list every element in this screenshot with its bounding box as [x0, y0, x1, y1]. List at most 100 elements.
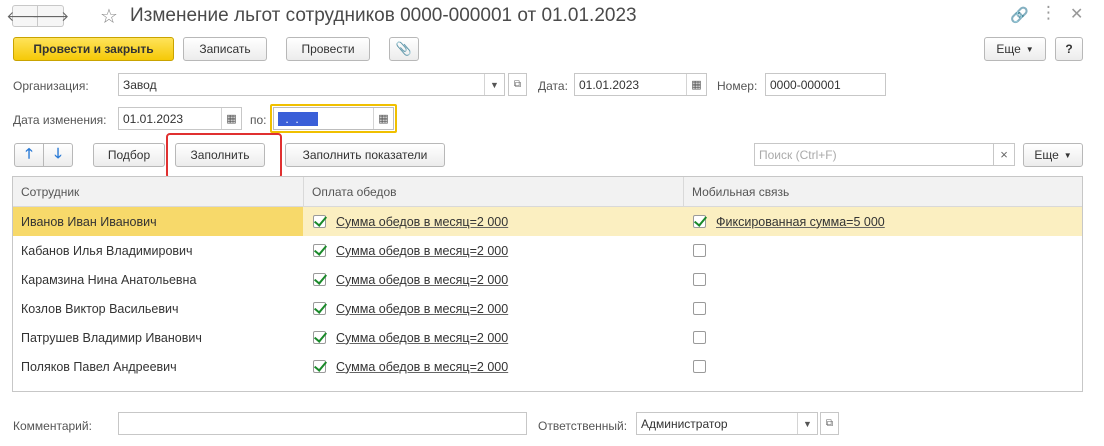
search-placeholder: Поиск (Ctrl+F) — [759, 147, 837, 162]
lunch-cell: Сумма обедов в месяц=2 000 — [313, 323, 508, 352]
lunch-link[interactable]: Сумма обедов в месяц=2 000 — [336, 244, 508, 258]
change-date-value: 01.01.2023 — [123, 111, 184, 126]
lunch-link[interactable]: Сумма обедов в месяц=2 000 — [336, 331, 508, 345]
clear-search-button[interactable]: × — [993, 143, 1015, 166]
lunch-cell: Сумма обедов в месяц=2 000 — [313, 236, 508, 265]
employee-name[interactable]: Патрушев Владимир Иванович — [13, 323, 303, 352]
link-icon[interactable]: 🔗 — [1010, 6, 1029, 24]
open-organization-button[interactable]: ⧉ — [508, 73, 527, 96]
mobile-cell: Фиксированная сумма=5 000 — [693, 207, 885, 236]
fill-button-highlight — [166, 133, 282, 179]
calendar-icon[interactable]: ▦ — [373, 108, 393, 129]
mobile-cell — [693, 236, 716, 265]
employee-name[interactable]: Козлов Виктор Васильевич — [13, 294, 303, 323]
open-icon: ⧉ — [513, 79, 522, 90]
table-row[interactable]: Патрушев Владимир Иванович Сумма обедов в… — [13, 323, 1082, 352]
to-date-value: . . — [278, 111, 318, 126]
clear-icon: × — [1000, 147, 1008, 162]
lunch-link[interactable]: Сумма обедов в месяц=2 000 — [336, 302, 508, 316]
arrow-right-icon: 🡒 — [31, 7, 70, 24]
lunch-link[interactable]: Сумма обедов в месяц=2 000 — [336, 273, 508, 287]
pick-button[interactable]: Подбор — [93, 143, 165, 167]
post-button[interactable]: Провести — [286, 37, 370, 61]
calendar-icon[interactable]: ▦ — [686, 74, 706, 95]
date-label: Дата: — [538, 79, 568, 93]
lunch-checkbox[interactable] — [313, 244, 326, 257]
lunch-checkbox[interactable] — [313, 215, 326, 228]
open-responsible-button[interactable]: ⧉ — [820, 412, 839, 435]
to-label: по: — [250, 113, 267, 127]
lunch-link[interactable]: Сумма обедов в месяц=2 000 — [336, 360, 508, 374]
employee-name[interactable]: Карамзина Нина Анатольевна — [13, 265, 303, 294]
lunch-link[interactable]: Сумма обедов в месяц=2 000 — [336, 215, 508, 229]
comment-label: Комментарий: — [13, 419, 92, 433]
more-menu-button[interactable]: Еще ▼ — [984, 37, 1046, 61]
table-row[interactable]: Козлов Виктор Васильевич Сумма обедов в м… — [13, 294, 1082, 323]
table-row[interactable]: Кабанов Илья Владимирович Сумма обедов в … — [13, 236, 1082, 265]
date-value: 01.01.2023 — [579, 77, 640, 92]
comment-input[interactable] — [118, 412, 527, 435]
column-header-employee[interactable]: Сотрудник — [13, 177, 303, 207]
mobile-checkbox[interactable] — [693, 331, 706, 344]
mobile-checkbox[interactable] — [693, 302, 706, 315]
mobile-cell — [693, 323, 716, 352]
mobile-link[interactable]: Фиксированная сумма=5 000 — [716, 215, 885, 229]
post-and-close-button[interactable]: Провести и закрыть — [13, 37, 174, 61]
lunch-checkbox[interactable] — [313, 331, 326, 344]
table-body: Иванов Иван Иванович Сумма обедов в месяц… — [13, 207, 1082, 381]
lunch-cell: Сумма обедов в месяц=2 000 — [313, 294, 508, 323]
paperclip-icon: 📎 — [395, 41, 413, 56]
mobile-cell — [693, 294, 716, 323]
number-value: 0000-000001 — [770, 77, 841, 92]
lunch-checkbox[interactable] — [313, 302, 326, 315]
mobile-checkbox[interactable] — [693, 360, 706, 373]
calendar-icon[interactable]: ▦ — [221, 108, 241, 129]
column-header-mobile[interactable]: Мобильная связь — [683, 177, 1082, 207]
lunch-cell: Сумма обедов в месяц=2 000 — [313, 207, 508, 236]
responsible-field[interactable]: Администратор ▼ — [636, 412, 818, 435]
table-more-label: Еще — [1034, 148, 1059, 162]
date-field[interactable]: 01.01.2023 ▦ — [574, 73, 707, 96]
mobile-checkbox[interactable] — [693, 244, 706, 257]
forward-button[interactable]: 🡒 — [32, 5, 69, 27]
table-header: Сотрудник Оплата обедов Мобильная связь — [13, 177, 1082, 207]
more-label: Еще — [996, 42, 1021, 56]
table-row[interactable]: Карамзина Нина Анатольевна Сумма обедов в… — [13, 265, 1082, 294]
dropdown-arrow-icon[interactable]: ▼ — [797, 413, 817, 434]
move-down-button[interactable]: 🡓 — [43, 143, 73, 167]
lunch-cell: Сумма обедов в месяц=2 000 — [313, 265, 508, 294]
move-up-button[interactable]: 🡑 — [14, 143, 44, 167]
to-date-field[interactable]: . . ▦ — [273, 107, 394, 130]
column-header-lunch[interactable]: Оплата обедов — [303, 177, 683, 207]
search-input[interactable]: Поиск (Ctrl+F) — [754, 143, 994, 166]
lunch-checkbox[interactable] — [313, 273, 326, 286]
mobile-cell — [693, 265, 716, 294]
window-title: Изменение льгот сотрудников 0000-000001 … — [130, 5, 637, 26]
help-button[interactable]: ? — [1055, 37, 1083, 61]
mobile-checkbox[interactable] — [693, 215, 706, 228]
organization-field[interactable]: Завод ▼ — [118, 73, 505, 96]
lunch-checkbox[interactable] — [313, 360, 326, 373]
fill-indicators-button[interactable]: Заполнить показатели — [285, 143, 445, 167]
arrow-down-icon: 🡓 — [54, 145, 62, 161]
save-button[interactable]: Записать — [183, 37, 267, 61]
employee-name[interactable]: Иванов Иван Иванович — [13, 207, 303, 236]
chevron-down-icon: ▼ — [1025, 44, 1034, 54]
lunch-cell: Сумма обедов в месяц=2 000 — [313, 352, 508, 381]
table-row[interactable]: Поляков Павел Андреевич Сумма обедов в ме… — [13, 352, 1082, 381]
table-row[interactable]: Иванов Иван Иванович Сумма обедов в месяц… — [13, 207, 1082, 236]
arrow-up-icon: 🡑 — [25, 145, 33, 161]
mobile-checkbox[interactable] — [693, 273, 706, 286]
organization-label: Организация: — [13, 79, 89, 93]
more-vertical-icon[interactable]: ⋮ — [1040, 3, 1057, 23]
employee-name[interactable]: Поляков Павел Андреевич — [13, 352, 303, 381]
favorite-star-icon[interactable]: ☆ — [100, 4, 118, 29]
change-date-field[interactable]: 01.01.2023 ▦ — [118, 107, 242, 130]
table-more-button[interactable]: Еще ▼ — [1023, 143, 1083, 167]
dropdown-arrow-icon[interactable]: ▼ — [484, 74, 504, 95]
number-field[interactable]: 0000-000001 — [765, 73, 886, 96]
attach-button[interactable]: 📎 — [389, 37, 419, 61]
employee-name[interactable]: Кабанов Илья Владимирович — [13, 236, 303, 265]
close-icon[interactable]: ✕ — [1070, 4, 1083, 24]
mobile-cell — [693, 352, 716, 381]
